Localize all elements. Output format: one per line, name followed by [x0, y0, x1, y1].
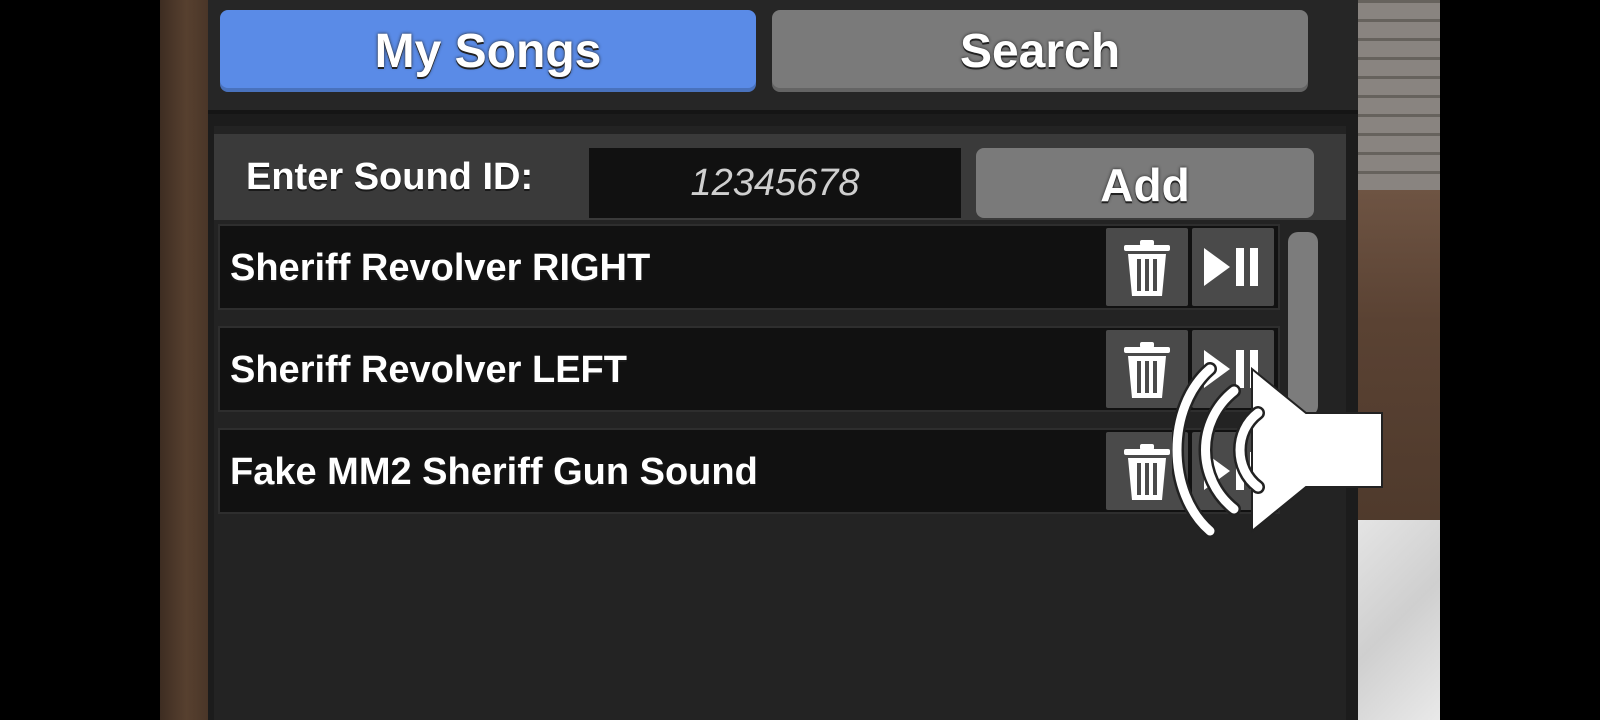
- song-row: Fake MM2 Sheriff Gun Sound: [218, 428, 1280, 514]
- song-title: Sheriff Revolver LEFT: [230, 349, 627, 391]
- add-button[interactable]: Add: [976, 148, 1314, 218]
- play-pause-icon: [1204, 248, 1258, 286]
- sound-id-input[interactable]: [589, 148, 961, 218]
- song-row: Sheriff Revolver RIGHT: [218, 224, 1280, 310]
- tab-search[interactable]: Search: [772, 10, 1308, 92]
- sound-id-row: Enter Sound ID: Add: [214, 134, 1346, 220]
- song-title: Sheriff Revolver RIGHT: [230, 247, 651, 289]
- delete-button[interactable]: [1106, 228, 1188, 306]
- song-row: Sheriff Revolver LEFT: [218, 326, 1280, 412]
- song-title: Fake MM2 Sheriff Gun Sound: [230, 451, 758, 493]
- sound-id-label: Enter Sound ID:: [246, 156, 534, 198]
- background-wall-left: [160, 0, 208, 720]
- play-pause-button[interactable]: [1192, 228, 1274, 306]
- background-stone-wall: [1358, 0, 1440, 190]
- tab-bar: My Songs Search: [208, 0, 1358, 114]
- tab-my-songs[interactable]: My Songs: [220, 10, 756, 92]
- trash-icon: [1124, 240, 1170, 296]
- volume-speaker-icon: [1170, 355, 1412, 545]
- background-tile-floor: [1358, 520, 1440, 720]
